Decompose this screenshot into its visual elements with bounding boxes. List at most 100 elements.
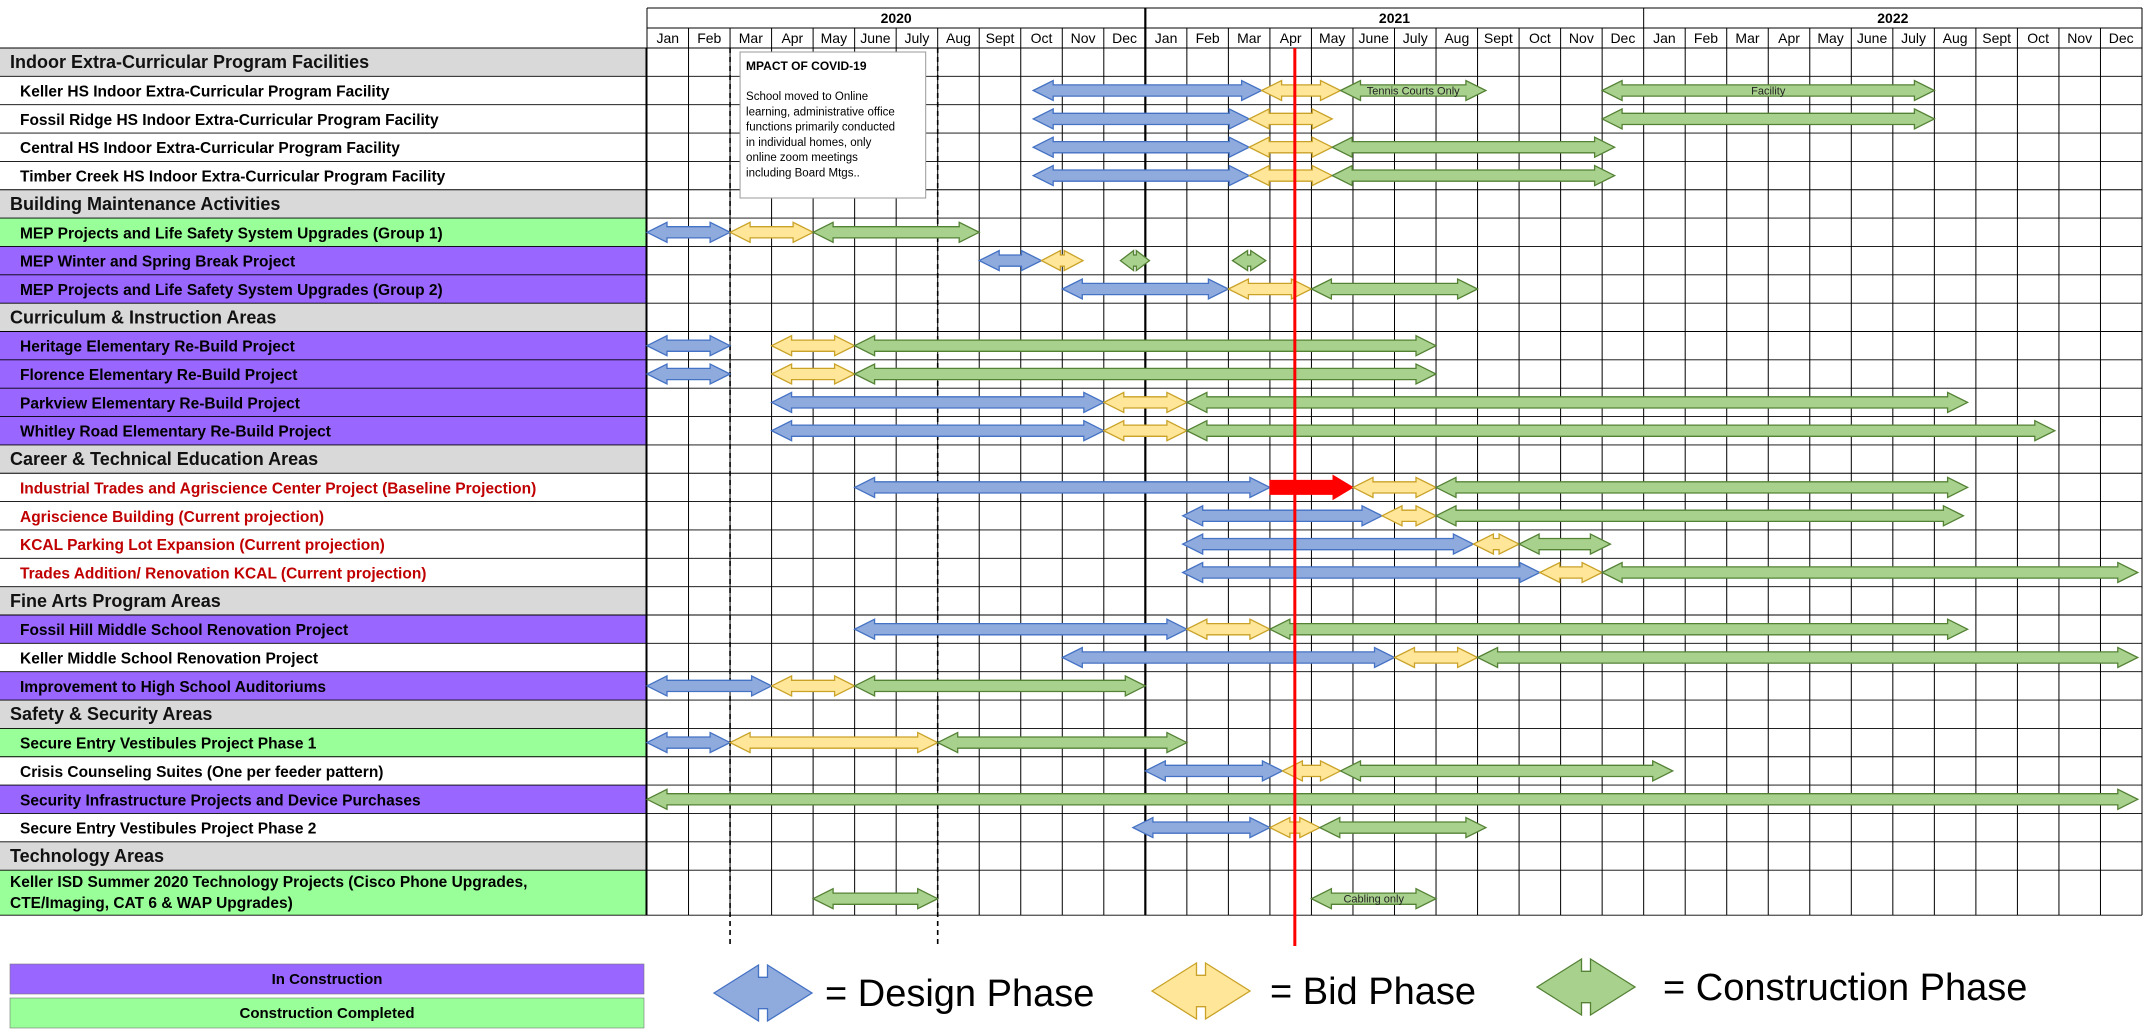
project-label: Fossil Hill Middle School Renovation Pro… (20, 622, 348, 639)
construction-phase-arrow (1231, 249, 1267, 272)
month-label: Apr (781, 30, 803, 46)
project-label: Secure Entry Vestibules Project Phase 2 (20, 821, 316, 838)
construction-phase-arrow (1434, 504, 1965, 527)
design-phase-arrow (1143, 759, 1284, 782)
project-label: Central HS Indoor Extra-Curricular Progr… (20, 140, 400, 157)
design-phase-arrow (977, 249, 1043, 272)
project-label: Fossil Ridge HS Indoor Extra-Curricular … (20, 112, 439, 129)
phase-legend-label: = Construction Phase (1663, 967, 2027, 1009)
phase-bars: Tennis Courts Only Facility Cabling only (645, 79, 2140, 910)
month-label: May (1319, 30, 1345, 46)
month-label: Sept (1484, 30, 1513, 46)
year-label: 2020 (881, 10, 912, 26)
year-label: 2022 (1877, 10, 1908, 26)
category-label: Technology Areas (10, 846, 164, 866)
bid-phase-arrow (1380, 504, 1438, 527)
month-label: Oct (1031, 30, 1053, 46)
project-label: MEP Projects and Life Safety System Upgr… (20, 282, 443, 299)
month-label: Jan (1653, 30, 1676, 46)
legend: In Construction Construction Completed = D… (9, 957, 2027, 1029)
construction-phase-arrow (853, 674, 1147, 697)
month-label: Nov (2067, 30, 2092, 46)
category-label: Curriculum & Instruction Areas (10, 307, 276, 327)
month-label: Mar (1237, 30, 1261, 46)
month-label: Jan (1155, 30, 1178, 46)
month-label: June (1359, 30, 1390, 46)
project-label: Security Infrastructure Projects and Dev… (20, 792, 421, 809)
phase-label: Cabling only (1343, 894, 1404, 906)
bid-phase-arrow (728, 731, 940, 754)
month-label: Aug (1943, 30, 1968, 46)
covid-note: MPACT OF COVID-19 School moved to Online l… (729, 48, 939, 946)
month-label: Nov (1071, 30, 1096, 46)
design-phase-arrow (1181, 533, 1475, 556)
design-phase-arrow (1131, 816, 1272, 839)
bid-phase-arrow (1247, 136, 1334, 159)
design-legend-arrow (712, 963, 814, 1023)
construction-phase-arrow (1517, 533, 1612, 556)
project-label: KCAL Parking Lot Expansion (Current proj… (20, 537, 385, 554)
phase-label: Tennis Courts Only (1367, 86, 1460, 98)
month-label: July (1901, 30, 1926, 46)
bid-phase-arrow (1471, 533, 1521, 556)
category-label: Safety & Security Areas (10, 704, 212, 724)
construction-phase-arrow (1318, 816, 1488, 839)
construction-phase-arrow (811, 887, 940, 910)
construction-phase-arrow (1185, 391, 1970, 414)
phase-label: Facility (1751, 86, 1786, 98)
design-phase-arrow (1031, 107, 1251, 130)
category-label: Fine Arts Program Areas (10, 591, 221, 611)
month-label: Apr (1280, 30, 1302, 46)
month-label: Dec (2109, 30, 2134, 46)
category-label: Career & Technical Education Areas (10, 449, 318, 469)
covid-note-line: including Board Mtgs.. (746, 168, 860, 180)
construction-phase-arrow (1268, 618, 1970, 641)
construction-phase-arrow (1330, 136, 1617, 159)
month-label: Nov (1569, 30, 1594, 46)
month-label: Oct (1529, 30, 1551, 46)
project-label: Improvement to High School Auditoriums (20, 679, 326, 696)
project-label: Timber Creek HS Indoor Extra-Curricular … (20, 169, 446, 186)
construction-phase-arrow (1339, 759, 1675, 782)
month-label: May (1817, 30, 1843, 46)
month-label: July (1403, 30, 1428, 46)
design-phase-arrow (1031, 79, 1264, 102)
project-label: Secure Entry Vestibules Project Phase 1 (20, 736, 317, 753)
construction-legend-arrow (1535, 957, 1637, 1017)
project-label: Keller Middle School Renovation Project (20, 651, 318, 668)
project-label: Trades Addition/ Renovation KCAL (Curren… (20, 565, 426, 582)
month-label: July (904, 30, 929, 46)
month-label: Feb (1196, 30, 1220, 46)
phase-legend-label: = Bid Phase (1270, 971, 1476, 1013)
design-phase-arrow (645, 674, 774, 697)
month-label: Feb (1694, 30, 1718, 46)
design-phase-arrow (1181, 561, 1542, 584)
project-label: Heritage Elementary Re-Build Project (20, 339, 295, 356)
project-label: MEP Projects and Life Safety System Upgr… (20, 225, 443, 242)
covid-note-line: functions primarily conducted (746, 122, 895, 134)
design-phase-arrow (1181, 504, 1384, 527)
construction-phase-arrow (645, 788, 2140, 811)
year-label: 2021 (1379, 10, 1410, 26)
construction-phase-arrow (1330, 164, 1617, 187)
design-phase-arrow (1031, 136, 1251, 159)
month-label: June (860, 30, 891, 46)
project-label: Keller ISD Summer 2020 Technology Projec… (10, 874, 527, 891)
month-label: Dec (1610, 30, 1635, 46)
month-label: Apr (1778, 30, 1800, 46)
month-label: Mar (739, 30, 763, 46)
construction-phase-arrow (1600, 561, 2140, 584)
bid-phase-arrow (1247, 164, 1334, 187)
status-legend-label: In Construction (272, 971, 383, 988)
category-label: Indoor Extra-Curricular Program Faciliti… (10, 52, 369, 72)
gantt-chart: 2020 2021 2022 Jan Feb Mar Apr May June July Aug Se… (0, 7, 2143, 1029)
project-label: Whitley Road Elementary Re-Build Project (20, 424, 331, 441)
category-label: Building Maintenance Activities (10, 194, 280, 214)
month-label: June (1857, 30, 1888, 46)
project-label: CTE/Imaging, CAT 6 & WAP Upgrades) (10, 895, 293, 912)
project-label: Agriscience Building (Current projection… (20, 509, 324, 526)
bid-phase-arrow (1260, 79, 1342, 102)
project-label: Keller HS Indoor Extra-Curricular Progra… (20, 84, 390, 101)
design-phase-arrow (1031, 164, 1251, 187)
covid-note-title: MPACT OF COVID-19 (746, 59, 867, 73)
